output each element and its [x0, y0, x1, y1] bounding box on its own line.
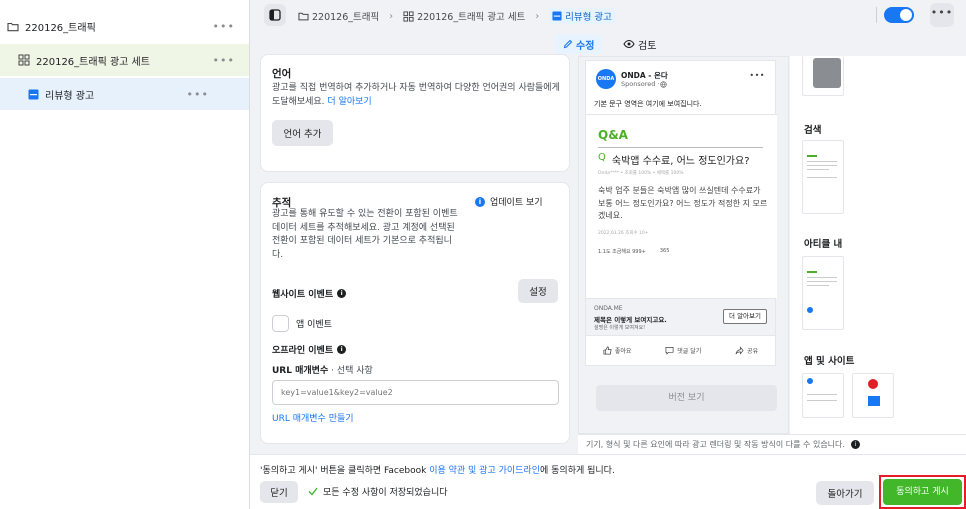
- date-line: 2022.01.26 조회수 10+: [598, 231, 649, 236]
- sidebar-toggle-button[interactable]: [264, 4, 286, 26]
- chevron-right-icon: ›: [389, 10, 394, 22]
- sidebar-item-label: 220126_트래픽: [25, 22, 96, 34]
- placement-thumbnail-article[interactable]: [802, 256, 844, 330]
- check-icon: [308, 487, 318, 496]
- tab-edit[interactable]: 수정: [555, 34, 603, 54]
- more-options-button[interactable]: •••: [930, 3, 954, 27]
- info-icon[interactable]: i: [337, 289, 347, 298]
- divider: [876, 7, 877, 23]
- app-events-row[interactable]: 앱 이벤트: [272, 315, 332, 332]
- grid-icon: [18, 54, 30, 66]
- placement-label-apps-sites: 앱 및 사이트: [804, 356, 855, 367]
- sidebar-item-ad[interactable]: 리뷰형 광고 •••: [0, 78, 249, 110]
- chevron-right-icon: ›: [535, 10, 540, 22]
- placement-thumbnails: 검색 아티클 내 앱 및 사이트: [790, 56, 966, 434]
- info-icon[interactable]: i: [850, 440, 860, 449]
- folder-icon: [298, 12, 309, 21]
- ad-icon: [28, 89, 39, 100]
- placement-label-article: 아티클 내: [804, 239, 843, 250]
- preview-disclaimer: 기기, 형식 및 다른 요인에 따라 광고 렌더링 및 작동 방식이 다를 수 …: [578, 434, 966, 454]
- more-icon[interactable]: •••: [213, 20, 235, 33]
- tracking-description: 광고를 통해 유도할 수 있는 전환이 포함된 이벤트 데이터 세트를 추적해보…: [272, 209, 458, 260]
- placement-thumbnail-apps-1[interactable]: [802, 373, 844, 418]
- page-avatar: ONDA: [596, 69, 616, 89]
- globe-icon: [659, 80, 667, 88]
- primary-text: 기본 문구 영역은 여기에 보여집니다.: [594, 100, 702, 108]
- ad-status-toggle[interactable]: [884, 7, 914, 23]
- footer-bar: '동의하고 게시' 버튼을 클릭하면 Facebook 이용 약관 및 광고 가…: [250, 454, 966, 509]
- ad-icon: [552, 11, 562, 21]
- link-description: 설명은 이렇게 보여져요!: [594, 325, 646, 331]
- post-actions: 좋아요 댓글 달기 공유: [585, 336, 776, 366]
- url-params-input[interactable]: [272, 380, 559, 405]
- view-version-button[interactable]: 버전 보기: [596, 385, 777, 411]
- settings-button[interactable]: 설정: [518, 279, 558, 303]
- terms-link[interactable]: 이용 약관 및 광고 가이드라인: [429, 466, 540, 476]
- divider: [598, 147, 763, 148]
- offline-events-label: 오프라인 이벤트 i: [272, 343, 347, 356]
- share-button[interactable]: 공유: [735, 346, 758, 355]
- link-card[interactable]: ONDA.ME 제목은 이렇게 보여지고요. 설명은 이렇게 보여져요! 더 알…: [585, 298, 776, 336]
- sidebar-item-label: 220126_트래픽 광고 세트: [36, 56, 150, 68]
- url-params-label: URL 매개변수 · 선택 사항: [272, 366, 373, 376]
- like-button[interactable]: 좋아요: [603, 346, 631, 355]
- cta-button[interactable]: 더 알아보기: [723, 309, 767, 324]
- ad-preview-post: ONDA ONDA - 온다 Sponsored · ••• 기본 문구 영역은…: [585, 60, 783, 411]
- sidebar-item-label: 리뷰형 광고: [45, 90, 95, 102]
- question-text: Q 숙박앱 수수료, 어느 정도인가요?: [598, 152, 750, 167]
- thumbs-up-icon: [603, 346, 612, 355]
- answer-text: 숙박 업주 분들은 숙박앱 많이 쓰실텐데 수수료가 보통 어느 정도인가요? …: [598, 186, 768, 220]
- post-body: ONDA ONDA - 온다 Sponsored · ••• 기본 문구 영역은…: [585, 60, 777, 299]
- language-description: 광고를 직접 번역하여 추가하거나 자동 번역하여 다양한 언어권의 사람들에게…: [272, 83, 560, 107]
- ad-creative: Q&A Q 숙박앱 수수료, 어느 정도인가요? Onda**** • 조회률 …: [586, 114, 777, 299]
- pencil-icon: [563, 39, 573, 49]
- placement-thumbnail-search[interactable]: [802, 140, 844, 214]
- eye-icon: [623, 39, 635, 49]
- breadcrumb-ad[interactable]: 리뷰형 광고: [549, 8, 615, 24]
- sidebar-item-campaign[interactable]: 220126_트래픽 •••: [0, 12, 249, 40]
- app-events-checkbox[interactable]: [272, 315, 289, 332]
- breadcrumb: 220126_트래픽 › 220126_트래픽 광고 세트 › 리뷰형 광고: [298, 8, 615, 24]
- url-params-builder-link[interactable]: URL 매개변수 만들기: [272, 411, 354, 424]
- placement-thumbnail-apps-2[interactable]: [852, 373, 894, 418]
- sidebar-item-adset[interactable]: 220126_트래픽 광고 세트 •••: [0, 44, 249, 76]
- website-events-label: 웹사이트 이벤트 i: [272, 287, 347, 300]
- engagement-line: 1.1도 조금해요 999+ 365: [598, 248, 670, 255]
- info-icon: i: [475, 196, 485, 207]
- more-icon[interactable]: •••: [187, 88, 209, 101]
- folder-icon: [7, 21, 19, 32]
- save-status: 모든 수정 사항이 저장되었습니다: [308, 485, 448, 498]
- publish-button[interactable]: 동의하고 게시: [883, 479, 962, 505]
- grid-icon: [403, 10, 414, 22]
- language-title: 언어: [272, 68, 292, 80]
- qa-label: Q&A: [598, 128, 628, 142]
- close-button[interactable]: 닫기: [260, 481, 298, 503]
- ads-manager-editor: 220126_트래픽 ••• 220126_트래픽 광고 세트 ••• 리뷰형 …: [0, 0, 966, 509]
- breadcrumb-adset[interactable]: 220126_트래픽 광고 세트: [403, 9, 525, 23]
- breadcrumb-campaign[interactable]: 220126_트래픽: [298, 9, 379, 23]
- comment-icon: [665, 346, 674, 355]
- meta-line: Onda**** • 조회률 100% • 채택률 100%: [598, 171, 684, 176]
- panel-icon: [269, 9, 281, 21]
- link-headline: 제목은 이렇게 보여지고요.: [594, 316, 667, 324]
- back-button[interactable]: 돌아가기: [816, 481, 874, 505]
- placement-thumbnail[interactable]: [802, 56, 844, 96]
- top-bar: 220126_트래픽 › 220126_트래픽 광고 세트 › 리뷰형 광고 •…: [250, 0, 966, 30]
- info-icon[interactable]: i: [337, 345, 347, 354]
- post-more-icon[interactable]: •••: [749, 71, 765, 80]
- placement-label-search: 검색: [804, 125, 822, 136]
- sidebar: 220126_트래픽 ••• 220126_트래픽 광고 세트 ••• 리뷰형 …: [0, 0, 250, 509]
- tab-review[interactable]: 검토: [615, 34, 664, 54]
- view-updates-link[interactable]: i 업데이트 보기: [475, 195, 543, 208]
- more-icon[interactable]: •••: [213, 54, 235, 67]
- terms-text: '동의하고 게시' 버튼을 클릭하면 Facebook 이용 약관 및 광고 가…: [260, 466, 615, 476]
- comment-button[interactable]: 댓글 달기: [665, 346, 701, 355]
- add-language-button[interactable]: 언어 추가: [272, 120, 333, 146]
- tracking-section: 추적 i 업데이트 보기 광고를 통해 유도할 수 있는 전환이 포함된 이벤트…: [260, 182, 570, 444]
- language-section: 언어 광고를 직접 번역하여 추가하거나 자동 번역하여 다양한 언어권의 사람…: [260, 54, 570, 172]
- share-icon: [735, 346, 744, 355]
- learn-more-link[interactable]: 더 알아보기: [327, 97, 371, 107]
- link-domain: ONDA.ME: [594, 305, 623, 312]
- sponsored-label: Sponsored ·: [621, 80, 667, 88]
